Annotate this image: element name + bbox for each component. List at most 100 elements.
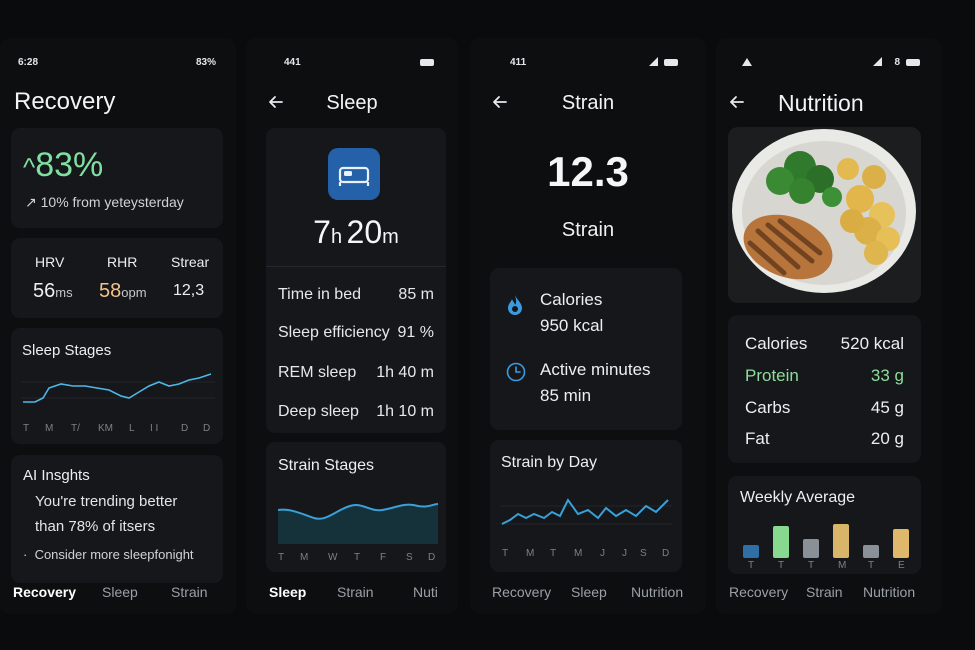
macro-value: 33: [870, 366, 890, 385]
tab-nutrition[interactable]: Nuti: [413, 584, 438, 600]
active-minutes-label: Active minutes: [540, 360, 651, 379]
tab-sleep[interactable]: Sleep: [102, 584, 138, 600]
status-bar: 441: [246, 57, 458, 71]
macros-card: Calories 520 kcal Protein 33 g Carbs 45 …: [728, 315, 921, 463]
tab-bar: Sleep Strain Nuti: [246, 584, 458, 608]
tab-strain[interactable]: Strain: [806, 584, 843, 600]
battery-icon: [420, 59, 434, 66]
strain-score-label: Strain: [561, 219, 615, 241]
back-arrow-icon[interactable]: [727, 92, 747, 112]
page-title: Strain: [561, 92, 615, 114]
metric-rhr-value: 58: [99, 280, 122, 302]
metric-hrv-label: HRV: [35, 254, 65, 270]
sleep-stages-card[interactable]: Sleep Stages T M T/ KM L I I D D: [11, 328, 223, 444]
metric-rhr-unit: opm: [121, 285, 147, 300]
tab-recovery[interactable]: Recovery: [729, 584, 788, 600]
weekly-average-card[interactable]: Weekly Average T T T M T E: [728, 476, 921, 574]
stat-row: Time in bed 85 m: [278, 286, 434, 304]
status-time: 411: [510, 57, 527, 68]
recovery-score-value: 83%: [35, 146, 104, 184]
macro-fat: 20 g: [871, 429, 904, 449]
status-bar: 411: [470, 57, 706, 71]
macro-carbs-label: Carbs: [745, 398, 791, 417]
axis-tick: L: [129, 423, 135, 434]
macro-value: 20: [870, 429, 890, 448]
tab-nutrition[interactable]: Nutrition: [631, 584, 683, 600]
strain-stages-chart: [278, 503, 438, 544]
divider: [266, 266, 446, 267]
duration-minutes-unit: m: [382, 226, 399, 248]
tab-bar: Recovery Sleep Strain: [0, 584, 236, 608]
strain-stages-axis: T M W T F S D: [278, 552, 438, 564]
metrics-card: HRV 56ms RHR 58opm Strear 12,3: [11, 238, 223, 318]
duration-minutes: 20: [346, 214, 383, 250]
axis-tick: D: [203, 423, 211, 434]
insight-line-1: You're trending better: [35, 493, 178, 510]
stat-row: Deep sleep 1h 10 m: [278, 403, 434, 421]
tab-recovery[interactable]: Recovery: [492, 584, 551, 600]
axis-tick: D: [181, 423, 189, 434]
metric-rhr: 58opm: [99, 280, 147, 303]
tab-sleep[interactable]: Sleep: [571, 584, 607, 600]
recovery-trend: ↗ 10% from yeteysterday: [25, 194, 184, 211]
axis-tick: T: [23, 423, 30, 434]
strain-screen: 411 Strain 12.3 Strain Calories 950 kcal…: [470, 38, 706, 614]
up-arrow-icon: ^: [23, 152, 36, 182]
bullet-icon: ·: [23, 547, 35, 562]
strain-stages-title: Strain Stages: [278, 457, 375, 474]
flame-icon: [508, 295, 522, 315]
weekly-bar: [743, 545, 759, 558]
macro-value: 520: [840, 334, 870, 353]
trend-text: 10% from yeteysterday: [40, 194, 184, 210]
axis-tick: W: [328, 552, 338, 563]
macro-carbs: 45 g: [871, 398, 904, 418]
stat-row: REM sleep 1h 40 m: [278, 364, 434, 382]
weekly-bar: [863, 545, 879, 558]
tab-bar: Recovery Sleep Nutrition: [470, 584, 706, 608]
tab-recovery[interactable]: Recovery: [13, 584, 76, 600]
status-time: 6:28: [18, 57, 39, 68]
status-signal: 8: [894, 57, 900, 68]
duration-hours-unit: h: [330, 226, 343, 248]
axis-tick: T/: [71, 423, 80, 434]
tab-nutrition[interactable]: Nutrition: [863, 584, 915, 600]
axis-tick: J: [600, 548, 605, 559]
strain-stages-card[interactable]: Strain Stages T M W T F S D: [266, 442, 446, 572]
stat-label: REM sleep: [278, 364, 357, 381]
meal-bowl-image: [732, 129, 916, 293]
stat-label: Sleep efficiency: [278, 324, 390, 341]
axis-tick: M: [45, 423, 54, 434]
strain-by-day-chart: [500, 498, 672, 525]
tab-sleep[interactable]: Sleep: [269, 584, 306, 600]
sleep-stages-axis: T M T/ KM L I I D D: [23, 423, 213, 435]
recovery-screen: 6:28 83% Recovery ^83% ↗ 10% from yeteys…: [0, 38, 236, 614]
calories-value: 950 kcal: [540, 316, 604, 335]
bed-icon: [328, 148, 380, 200]
recovery-score-card[interactable]: ^83% ↗ 10% from yeteysterday: [11, 128, 223, 228]
sleep-stages-title: Sleep Stages: [22, 342, 112, 359]
location-icon: [742, 58, 752, 66]
macro-protein-label: Protein: [745, 366, 799, 385]
tab-strain[interactable]: Strain: [171, 584, 208, 600]
strain-by-day-card[interactable]: Strain by Day T M T M J J S D: [490, 440, 682, 572]
stat-label: Deep sleep: [278, 403, 359, 420]
tab-bar: Recovery Strain Nutrition: [716, 584, 942, 608]
sleep-screen: 441 Sleep 7h 20m Time in bed 85 m Sleep …: [246, 38, 458, 614]
status-bar: 8: [716, 57, 942, 71]
signal-icon: [873, 57, 882, 66]
axis-tick: M: [300, 552, 309, 563]
weekly-axis: TTTMTE: [742, 560, 912, 572]
page-title: Recovery: [14, 88, 116, 115]
weekly-bar: [833, 524, 849, 558]
meal-photo[interactable]: [728, 127, 921, 303]
axis-tick: E: [898, 560, 905, 571]
ai-insights-card[interactable]: AI Insghts You're trending better than 7…: [11, 455, 223, 583]
nutrition-screen: 8 Nutrition Calories 520 kcal Protein 33…: [716, 38, 942, 614]
macro-unit: g: [894, 429, 904, 448]
tab-strain[interactable]: Strain: [337, 584, 374, 600]
axis-tick: D: [428, 552, 436, 563]
axis-tick: T: [502, 548, 509, 559]
stat-value: 1h 10 m: [376, 403, 434, 420]
stat-row: Sleep efficiency 91 %: [278, 324, 434, 342]
macro-unit: g: [894, 398, 904, 417]
